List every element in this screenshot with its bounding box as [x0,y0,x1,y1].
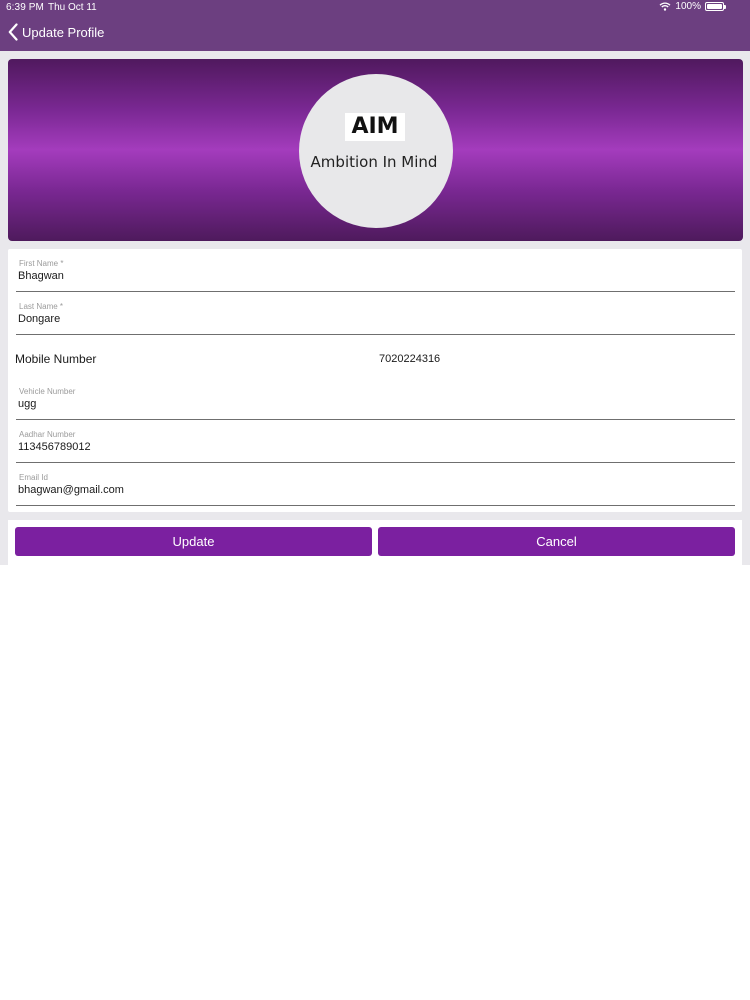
back-button[interactable]: Update Profile [8,23,104,41]
first-name-label: First Name * [19,259,64,268]
mobile-number-value: 7020224316 [379,353,441,365]
vehicle-number-field[interactable]: Vehicle Number [16,376,735,420]
email-field[interactable]: Email Id [16,462,735,506]
page-title: Update Profile [22,24,105,40]
chevron-left-icon [8,23,18,41]
last-name-label: Last Name * [19,302,64,311]
battery-icon [705,2,726,11]
status-time: 6:39 PM [6,2,44,13]
logo-circle [299,74,453,228]
logo-abbreviation: AIM [345,113,405,141]
vehicle-number-label: Vehicle Number [19,387,76,396]
cancel-button[interactable]: Cancel [378,527,735,556]
wifi-icon [659,2,671,11]
first-name-input[interactable] [18,270,718,282]
last-name-field[interactable]: Last Name * [16,291,735,335]
aadhar-number-input[interactable] [18,441,718,453]
update-button[interactable]: Update [15,527,372,556]
email-input[interactable] [18,484,718,496]
logo-tagline: Ambition In Mind [310,153,438,171]
vehicle-number-input[interactable] [18,398,718,410]
battery-percent: 100% [675,1,701,12]
last-name-input[interactable] [18,313,718,325]
first-name-field[interactable]: First Name * [16,248,735,292]
mobile-number-label: Mobile Number [15,352,97,366]
navigation-bar: 6:39 PM Thu Oct 11 100% Update Profile [0,0,750,51]
aadhar-number-field[interactable]: Aadhar Number [16,419,735,463]
email-label: Email Id [19,473,48,482]
status-date: Thu Oct 11 [48,2,97,13]
status-indicators: 100% [659,1,726,12]
aadhar-number-label: Aadhar Number [19,430,76,439]
